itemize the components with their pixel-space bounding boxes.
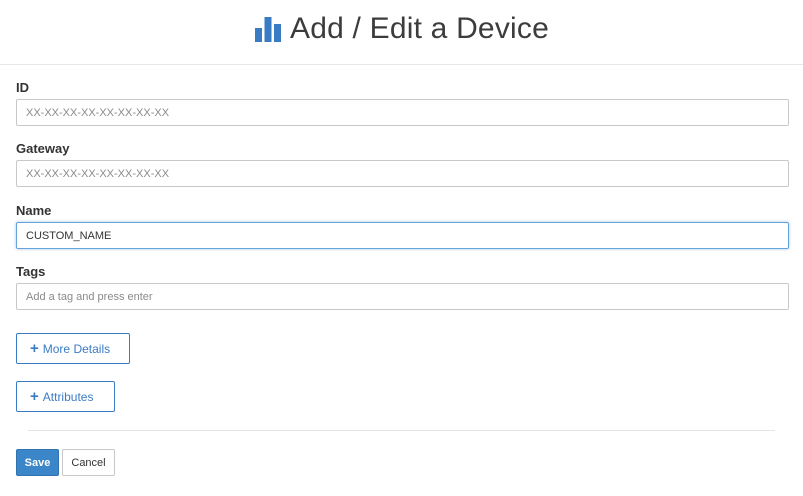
cancel-button[interactable]: Cancel	[62, 449, 115, 476]
name-label: Name	[16, 203, 52, 218]
more-details-button[interactable]: + More Details	[16, 333, 130, 364]
id-label: ID	[16, 80, 29, 95]
attributes-button[interactable]: + Attributes	[16, 381, 115, 412]
divider	[28, 430, 775, 431]
plus-icon: +	[30, 340, 39, 357]
attributes-label: Attributes	[42, 389, 94, 404]
id-input[interactable]	[16, 99, 789, 126]
name-input[interactable]	[16, 222, 789, 249]
save-button[interactable]: Save	[16, 449, 59, 476]
page-title: Add / Edit a Device	[290, 12, 549, 45]
gateway-label: Gateway	[16, 141, 70, 156]
tags-label: Tags	[16, 264, 46, 279]
plus-icon: +	[30, 388, 39, 405]
gateway-input[interactable]	[16, 160, 789, 187]
bar-chart-icon	[255, 17, 282, 42]
tags-input[interactable]	[16, 283, 789, 310]
more-details-label: More Details	[42, 341, 111, 356]
page-header: Add / Edit a Device	[0, 0, 803, 65]
title-wrap: Add / Edit a Device	[254, 12, 549, 46]
